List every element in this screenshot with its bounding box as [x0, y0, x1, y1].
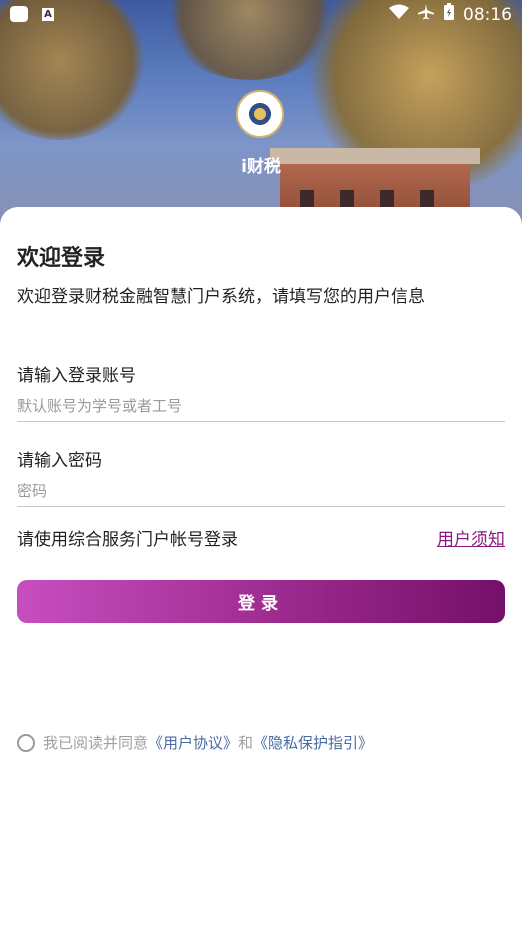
agreement-row: 我已阅读并同意 《用户协议》 和 《隐私保护指引》 — [17, 732, 373, 753]
account-label: 请输入登录账号 — [17, 366, 136, 386]
agree-prefix: 我已阅读并同意 — [43, 734, 149, 752]
privacy-policy-link[interactable]: 《隐私保护指引》 — [253, 732, 373, 753]
notification-icon — [10, 6, 28, 22]
wifi-icon — [389, 4, 409, 25]
agree-and: 和 — [238, 734, 254, 752]
keyboard-icon: A — [42, 7, 54, 21]
app-logo — [236, 90, 284, 138]
agree-radio[interactable] — [17, 733, 35, 752]
welcome-title: 欢迎登录 — [17, 246, 106, 271]
welcome-subtitle: 欢迎登录财税金融智慧门户系统，请填写您的用户信息 — [17, 287, 425, 307]
login-hint: 请使用综合服务门户帐号登录 — [17, 530, 238, 550]
login-card — [0, 207, 522, 928]
status-bar: A 08:16 — [0, 0, 522, 28]
battery-icon — [443, 3, 455, 26]
clock-time: 08:16 — [463, 4, 512, 25]
password-label: 请输入密码 — [17, 451, 102, 471]
password-input[interactable] — [17, 476, 505, 507]
user-notice-link[interactable]: 用户须知 — [437, 525, 505, 550]
account-input[interactable] — [17, 391, 505, 422]
user-agreement-link[interactable]: 《用户协议》 — [148, 732, 238, 753]
app-name: i财税 — [241, 157, 281, 177]
login-button[interactable]: 登录 — [17, 580, 505, 623]
airplane-icon — [417, 3, 435, 26]
